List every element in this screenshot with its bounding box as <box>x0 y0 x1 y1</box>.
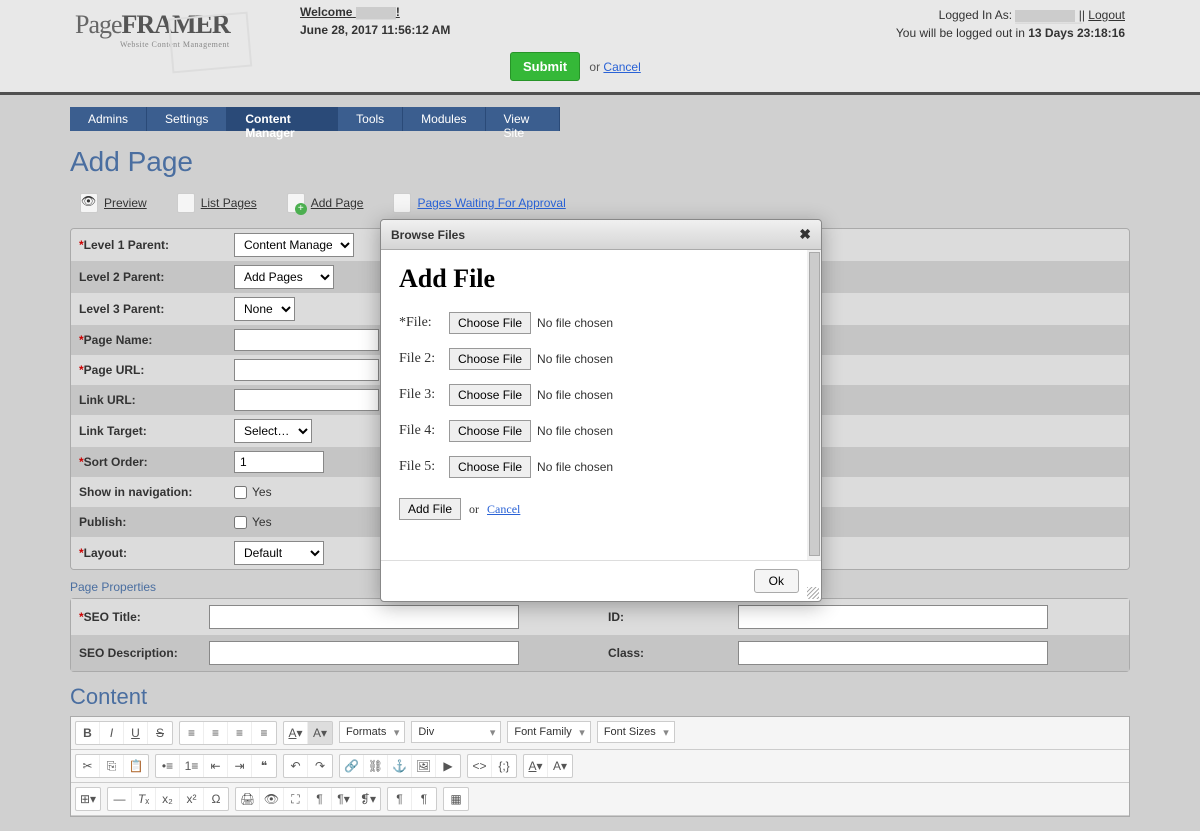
scrollbar[interactable] <box>809 252 820 556</box>
choose-file-5[interactable]: Choose File <box>449 456 531 478</box>
modal-titlebar[interactable]: Browse Files ✖ <box>381 220 821 250</box>
file-status-5: No file chosen <box>537 460 613 474</box>
file-status-1: No file chosen <box>537 316 613 330</box>
choose-file-3[interactable]: Choose File <box>449 384 531 406</box>
modal-cancel-link[interactable]: Cancel <box>487 502 520 517</box>
browse-files-modal: Browse Files ✖ Add File *File: Choose Fi… <box>380 219 822 602</box>
close-icon[interactable]: ✖ <box>799 226 811 243</box>
modal-heading: Add File <box>399 264 789 294</box>
file-status-3: No file chosen <box>537 388 613 402</box>
add-file-button[interactable]: Add File <box>399 498 461 520</box>
ok-button[interactable]: Ok <box>754 569 799 593</box>
choose-file-4[interactable]: Choose File <box>449 420 531 442</box>
choose-file-2[interactable]: Choose File <box>449 348 531 370</box>
file-status-4: No file chosen <box>537 424 613 438</box>
file-status-2: No file chosen <box>537 352 613 366</box>
choose-file-1[interactable]: Choose File <box>449 312 531 334</box>
modal-overlay: Browse Files ✖ Add File *File: Choose Fi… <box>0 0 1200 831</box>
resize-grip[interactable] <box>807 587 819 599</box>
